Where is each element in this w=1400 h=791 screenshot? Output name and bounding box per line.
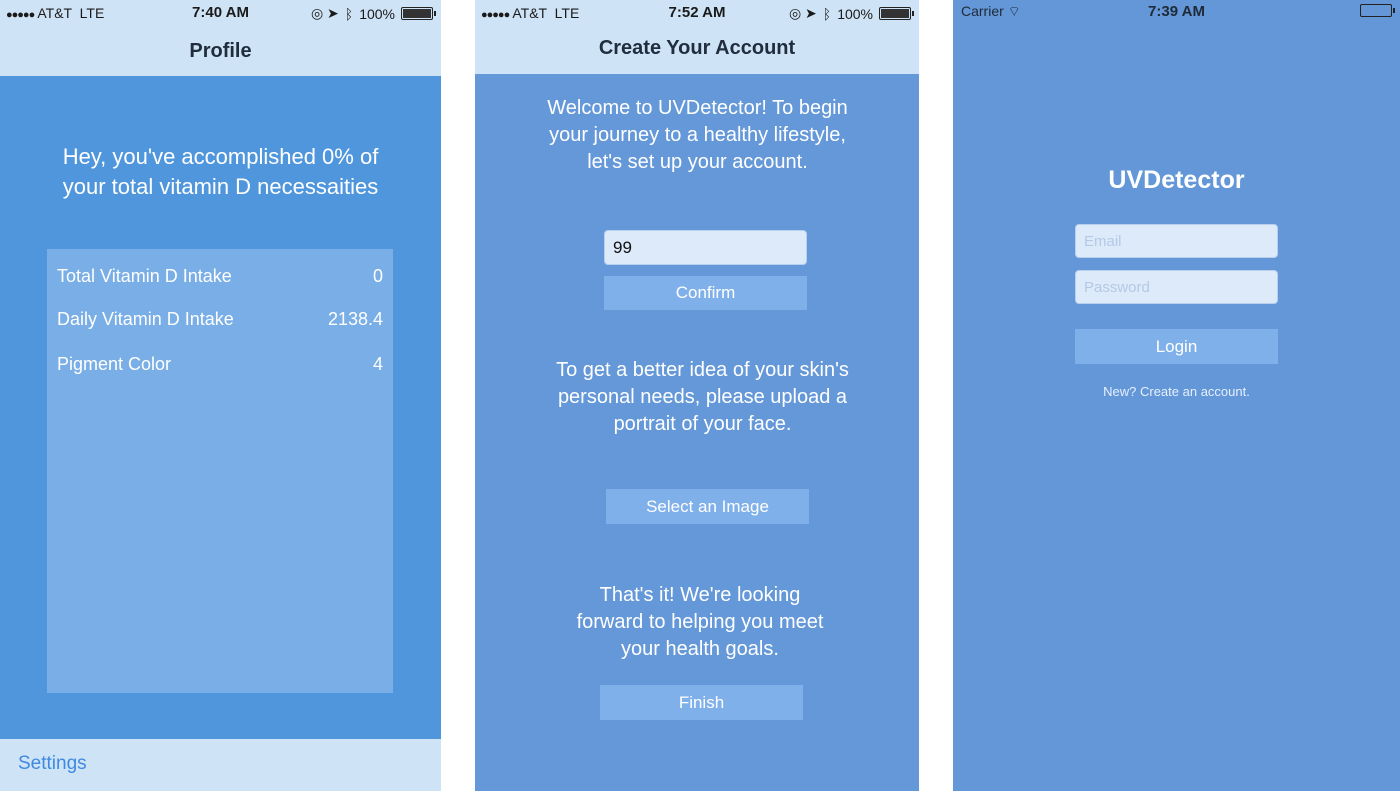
bluetooth-icon: ᛒ <box>344 5 354 22</box>
battery-icon <box>1360 4 1395 17</box>
page-title: Create Your Account <box>598 37 796 59</box>
stat-value: 0 <box>372 266 383 286</box>
age-input[interactable] <box>604 230 807 265</box>
navigation-bar: ●●●●● AT&T LTE 7:40 AM ◎ ➤ ᛒ 100% Profil… <box>0 0 441 76</box>
tab-bar: Settings <box>0 739 441 791</box>
stat-value: 2138.4 <box>327 309 383 329</box>
login-screen: Carrier ⌔ 7:39 AM UVDetector Login New? … <box>953 0 1400 791</box>
app-title: UVDetector <box>1108 166 1245 194</box>
location-icon: ◎ ➤ <box>788 5 817 21</box>
battery-percent: 100% <box>837 5 873 22</box>
stat-value: 4 <box>372 354 383 374</box>
page-title: Profile <box>189 40 252 62</box>
stat-label: Total Vitamin D Intake <box>57 266 232 286</box>
login-button[interactable]: Login <box>1075 329 1278 364</box>
battery-icon <box>879 7 914 20</box>
create-account-link[interactable]: New? Create an account. <box>953 384 1400 399</box>
stat-row: Total Vitamin D Intake 0 <box>57 266 383 287</box>
stats-panel: Total Vitamin D Intake 0 Daily Vitamin D… <box>47 249 393 693</box>
password-field[interactable] <box>1075 270 1278 304</box>
battery-percent: 100% <box>359 5 395 22</box>
stat-row: Daily Vitamin D Intake 2138.4 <box>57 309 383 330</box>
settings-tab[interactable]: Settings <box>18 753 87 775</box>
navigation-bar: ●●●●● AT&T LTE 7:52 AM ◎ ➤ ᛒ 100% Create… <box>475 0 919 74</box>
status-bar: ●●●●● AT&T LTE 7:52 AM ◎ ➤ ᛒ 100% <box>475 0 919 24</box>
welcome-text: Welcome to UVDetector! To begin your jou… <box>547 97 848 173</box>
stat-row: Pigment Color 4 <box>57 354 383 375</box>
bluetooth-icon: ᛒ <box>822 5 832 22</box>
status-right: ◎ ➤ ᛒ 100% <box>310 5 436 22</box>
select-image-button[interactable]: Select an Image <box>606 489 809 524</box>
status-bar: Carrier ⌔ 7:39 AM <box>953 0 1400 24</box>
status-bar: ●●●●● AT&T LTE 7:40 AM ◎ ➤ ᛒ 100% <box>0 0 441 24</box>
email-field[interactable] <box>1075 224 1278 258</box>
status-right <box>1360 4 1395 17</box>
progress-message: Hey, you've accomplished 0% of your tota… <box>62 144 379 199</box>
stat-label: Pigment Color <box>57 354 172 374</box>
stat-label: Daily Vitamin D Intake <box>57 309 234 329</box>
status-right: ◎ ➤ ᛒ 100% <box>788 5 914 22</box>
finish-button[interactable]: Finish <box>600 685 803 720</box>
create-account-screen: ●●●●● AT&T LTE 7:52 AM ◎ ➤ ᛒ 100% Create… <box>475 0 919 791</box>
confirm-button[interactable]: Confirm <box>604 276 807 310</box>
finish-message: That's it! We're looking forward to help… <box>576 584 824 660</box>
battery-icon <box>401 7 436 20</box>
profile-screen: ●●●●● AT&T LTE 7:40 AM ◎ ➤ ᛒ 100% Profil… <box>0 0 441 791</box>
status-time: 7:39 AM <box>1148 3 1205 20</box>
portrait-instructions: To get a better idea of your skin's pers… <box>556 359 849 435</box>
location-icon: ◎ ➤ <box>310 5 339 21</box>
